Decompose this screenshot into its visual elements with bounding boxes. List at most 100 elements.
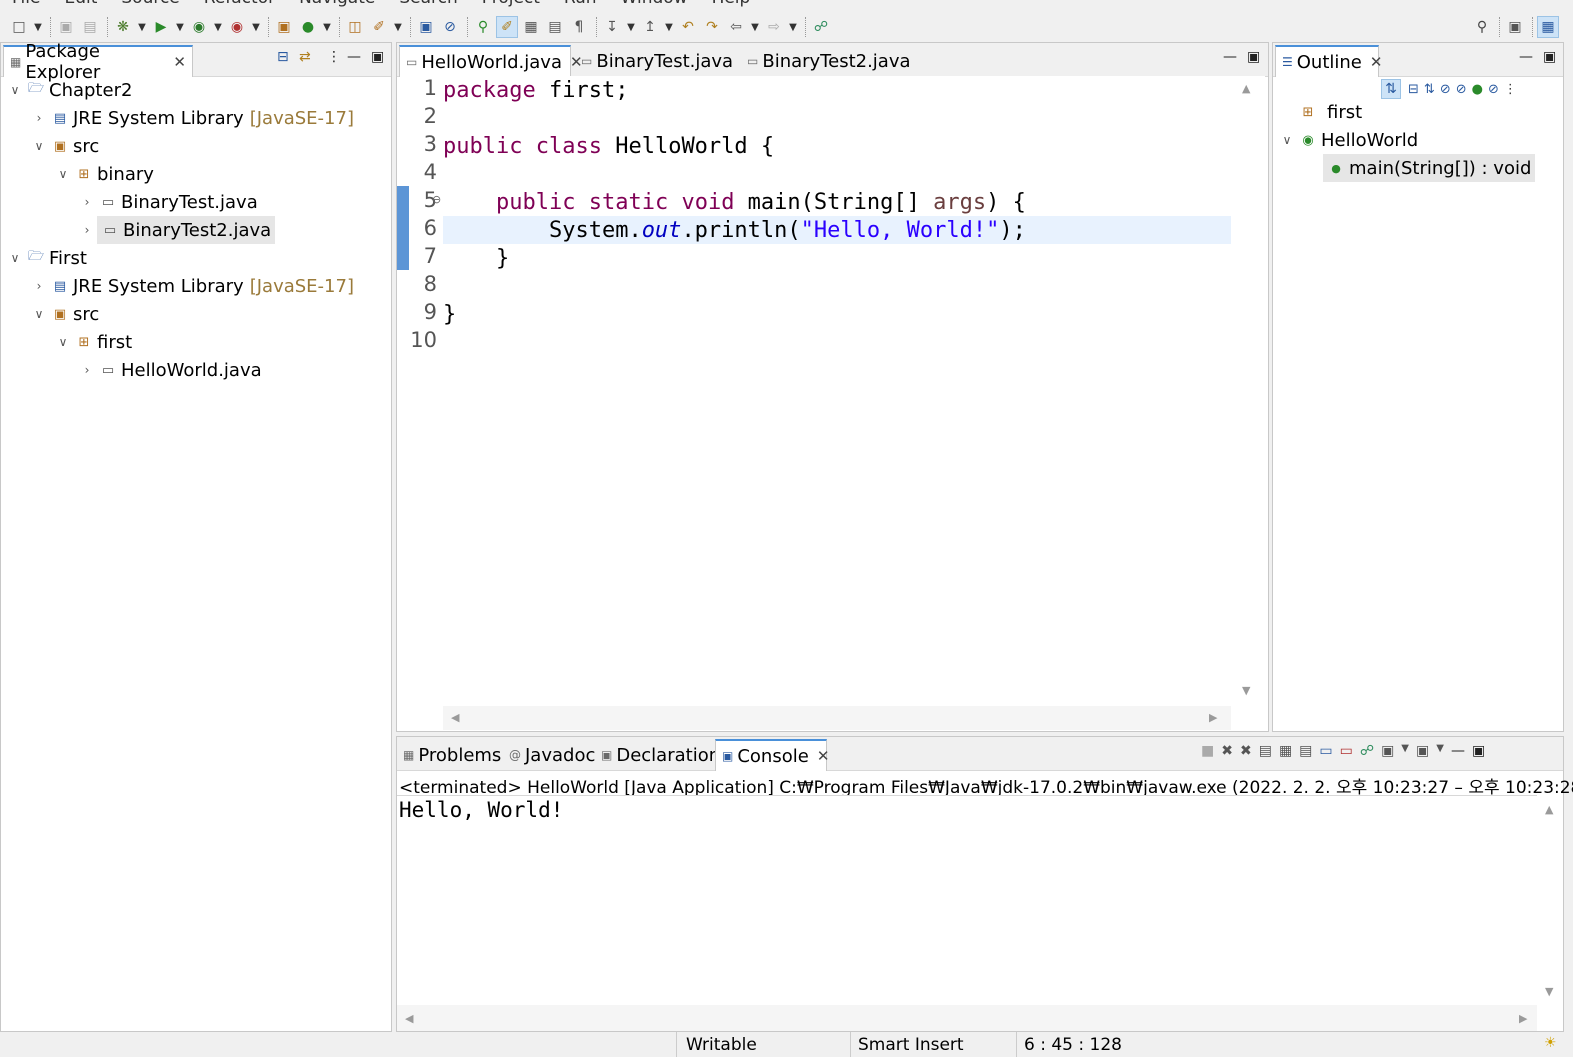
forward-dropdown-icon[interactable]: ▼ <box>787 16 799 38</box>
tab-console[interactable]: ▣ Console ✕ <box>715 739 830 771</box>
search-tool-icon[interactable]: ✐ <box>368 16 390 38</box>
tree-item-binary[interactable]: ∨ ⊞ binary <box>53 160 154 188</box>
remove-launch-icon[interactable]: ✖ <box>1221 743 1233 759</box>
menu-edit[interactable]: Edit <box>64 0 97 8</box>
console-output[interactable]: Hello, World! <box>397 795 1537 1005</box>
tab-problems[interactable]: ▦ Problems <box>397 739 507 771</box>
show-on-stdout-icon[interactable]: ▭ <box>1319 743 1332 759</box>
forward-icon[interactable]: ⇨ <box>763 16 785 38</box>
close-icon[interactable]: ✕ <box>1370 53 1383 71</box>
scroll-down-icon[interactable]: ▼ <box>1545 985 1553 998</box>
sort-icon[interactable]: ⇅ <box>1381 79 1401 99</box>
tab-binarytest2[interactable]: ▭ BinaryTest2.java <box>741 45 917 77</box>
tree-item-src[interactable]: ∨ ▣ src <box>29 300 100 328</box>
scroll-right-icon[interactable]: ▶ <box>1519 1012 1527 1025</box>
menu-run[interactable]: Run <box>564 0 597 8</box>
run-dropdown-icon[interactable]: ▼ <box>174 16 186 38</box>
open-perspective-icon[interactable]: ▣ <box>1504 16 1526 38</box>
menu-file[interactable]: File <box>12 0 40 8</box>
toggle-block-selection-icon[interactable]: ▦ <box>520 16 542 38</box>
fold-icon[interactable]: ⊖ <box>432 193 441 206</box>
toggle-mark-occurrences-icon[interactable]: ✐ <box>496 16 518 38</box>
hide-fields-icon[interactable]: ⇅ <box>1424 82 1435 97</box>
tab-declaration[interactable]: ▣ Declaration <box>595 739 726 771</box>
tree-item-helloworld[interactable]: › ▭ HelloWorld.java <box>77 356 262 384</box>
menu-refactor[interactable]: Refactor <box>204 0 275 8</box>
back-dropdown-icon[interactable]: ▼ <box>749 16 761 38</box>
editor-horizontal-scrollbar[interactable]: ◀ ▶ <box>443 706 1231 730</box>
debug-dropdown-icon[interactable]: ▼ <box>136 16 148 38</box>
view-menu-icon[interactable]: ⋮ <box>1504 82 1517 97</box>
previous-annotation-icon[interactable]: ↥ <box>639 16 661 38</box>
menu-source[interactable]: Source <box>121 0 179 8</box>
menu-help[interactable]: Help <box>712 0 751 8</box>
minimize-icon[interactable]: — <box>1451 743 1465 759</box>
open-console-dropdown-icon[interactable]: ▼ <box>1436 743 1444 759</box>
scroll-up-icon[interactable]: ▲ <box>1545 803 1553 816</box>
tree-item-first-project[interactable]: ∨ 🗁 First <box>5 244 87 272</box>
open-console-icon[interactable]: ▣ <box>1416 743 1429 759</box>
tree-item-jre-library[interactable]: › ▤ JRE System Library [JavaSE-17] <box>29 272 354 300</box>
hide-static-icon[interactable]: ⊘ <box>1440 82 1451 97</box>
tree-item-binarytest[interactable]: › ▭ BinaryTest.java <box>77 188 258 216</box>
menu-project[interactable]: Project <box>482 0 540 8</box>
save-all-icon[interactable]: ▤ <box>79 16 101 38</box>
hide-non-public-icon[interactable]: ⊘ <box>1456 82 1467 97</box>
remove-all-terminated-icon[interactable]: ✖ <box>1240 743 1252 759</box>
coverage-icon[interactable]: ◉ <box>188 16 210 38</box>
show-on-stderr-icon[interactable]: ▭ <box>1340 743 1353 759</box>
last-edit-forward-icon[interactable]: ↷ <box>701 16 723 38</box>
chevron-down-icon[interactable]: ∨ <box>29 307 49 321</box>
maximize-icon[interactable]: ▣ <box>1472 743 1485 759</box>
scroll-lock-icon[interactable]: ▦ <box>1279 743 1292 759</box>
scroll-left-icon[interactable]: ◀ <box>451 711 459 724</box>
tab-outline[interactable]: ☰ Outline ✕ <box>1275 45 1382 77</box>
show-whitespace-icon[interactable]: ¶ <box>568 16 590 38</box>
tree-item-chapter2[interactable]: ∨ 🗁 Chapter2 <box>5 76 133 104</box>
chevron-down-icon[interactable]: ∨ <box>1277 133 1297 147</box>
display-console-icon[interactable]: ▣ <box>1381 743 1394 759</box>
outline-item-package[interactable]: ⊞ first <box>1297 98 1363 126</box>
back-icon[interactable]: ⇦ <box>725 16 747 38</box>
java-perspective-icon[interactable]: ▦ <box>1537 16 1559 38</box>
view-menu-icon[interactable]: ⋮ <box>327 49 341 65</box>
maximize-icon[interactable]: ▣ <box>1247 49 1260 65</box>
minimize-icon[interactable]: — <box>1519 49 1533 65</box>
scroll-down-icon[interactable]: ▼ <box>1242 684 1250 697</box>
pin-console-icon[interactable]: ☍ <box>1360 743 1374 759</box>
tree-item-jre-library[interactable]: › ▤ JRE System Library [JavaSE-17] <box>29 104 354 132</box>
pin-editor-icon[interactable]: ☍ <box>810 16 832 38</box>
chevron-down-icon[interactable]: ∨ <box>5 251 25 265</box>
scroll-right-icon[interactable]: ▶ <box>1209 711 1217 724</box>
open-console-icon[interactable]: ▣ <box>415 16 437 38</box>
menu-navigate[interactable]: Navigate <box>299 0 375 8</box>
open-type-icon[interactable]: ◫ <box>344 16 366 38</box>
new-icon[interactable]: □ <box>8 16 30 38</box>
previous-annotation-dropdown-icon[interactable]: ▼ <box>663 16 675 38</box>
new-java-class-icon[interactable]: ● <box>297 16 319 38</box>
code-editor[interactable]: package first; public class HelloWorld {… <box>443 76 1231 706</box>
word-wrap-icon[interactable]: ▤ <box>544 16 566 38</box>
outline-item-class[interactable]: ∨ ◉ HelloWorld <box>1277 126 1419 154</box>
chevron-right-icon[interactable]: › <box>29 111 49 125</box>
terminate-icon[interactable]: ■ <box>1201 743 1214 759</box>
next-annotation-dropdown-icon[interactable]: ▼ <box>625 16 637 38</box>
tree-item-first-package[interactable]: ∨ ⊞ first <box>53 328 133 356</box>
close-icon[interactable]: ✕ <box>817 747 830 765</box>
collapse-all-icon[interactable]: ⊟ <box>1408 82 1419 97</box>
external-tools-dropdown-icon[interactable]: ▼ <box>250 16 262 38</box>
status-cursor-position[interactable]: 6 : 45 : 128 <box>1024 1035 1122 1055</box>
chevron-down-icon[interactable]: ∨ <box>29 139 49 153</box>
tab-javadoc[interactable]: @ Javadoc <box>503 739 601 771</box>
next-annotation-icon[interactable]: ↧ <box>601 16 623 38</box>
console-horizontal-scrollbar[interactable]: ◀ ▶ <box>397 1005 1537 1031</box>
chevron-down-icon[interactable]: ∨ <box>53 167 73 181</box>
run-icon[interactable]: ▶ <box>150 16 172 38</box>
chevron-right-icon[interactable]: › <box>77 363 97 377</box>
display-console-dropdown-icon[interactable]: ▼ <box>1401 743 1409 759</box>
toggle-annotation-icon[interactable]: ⚲ <box>472 16 494 38</box>
save-icon[interactable]: ▣ <box>55 16 77 38</box>
collapse-all-icon[interactable]: ⊟ <box>277 49 289 65</box>
minimize-icon[interactable]: — <box>347 49 361 65</box>
editor-vertical-scrollbar[interactable]: ▲ ▼ <box>1231 76 1265 706</box>
